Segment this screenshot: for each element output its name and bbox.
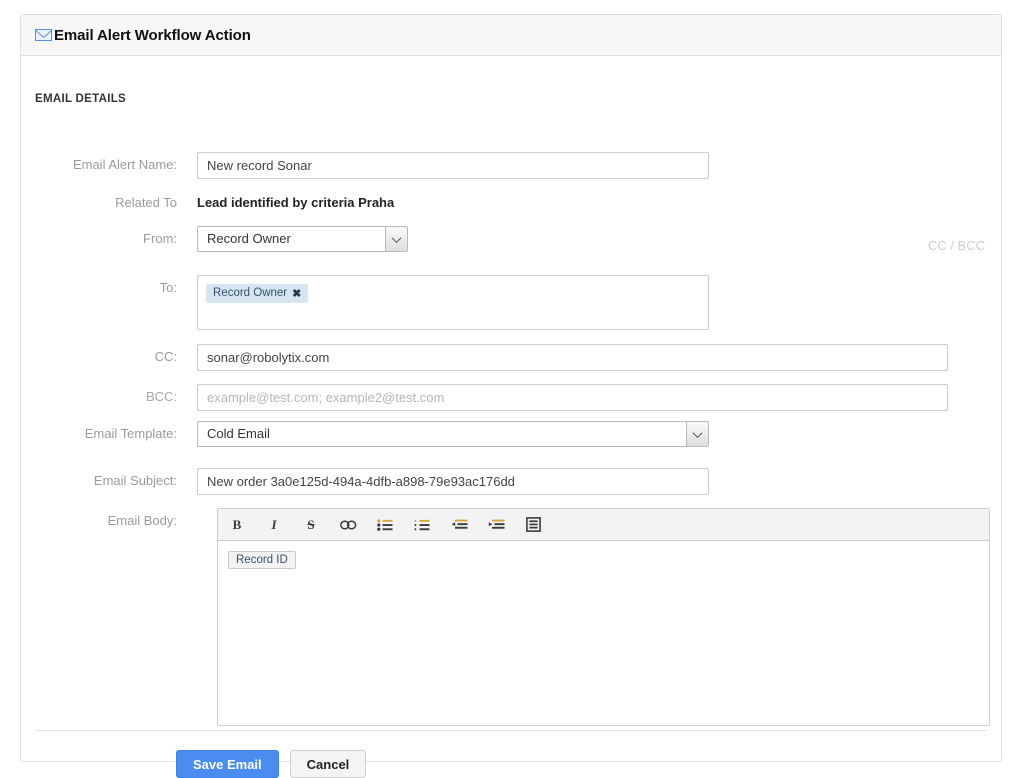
remove-token-icon[interactable]: ✖ [292,287,301,300]
to-label: To: [159,280,177,295]
from-label: From: [143,231,177,246]
field-bcc: BCC: [21,384,948,411]
bcc-label: BCC: [145,389,177,404]
email-template-label: Email Template: [84,426,177,441]
field-email-subject: Email Subject: [21,468,709,495]
page-title: Email Alert Workflow Action [54,26,251,44]
field-email-body-label: Email Body: [21,508,197,534]
email-body-content[interactable]: Record ID [218,541,989,725]
outdent-icon[interactable] [450,516,468,534]
email-alert-name-label: Email Alert Name: [72,157,177,172]
email-template-select[interactable]: Cold Email [197,421,709,447]
email-subject-label: Email Subject: [93,473,177,488]
bold-icon[interactable]: B [228,516,246,534]
field-to: To: Record Owner ✖ [21,275,709,330]
envelope-icon [35,29,52,41]
editor-toolbar: B I S [218,509,989,541]
from-select-value: Record Owner [197,226,408,252]
bcc-input[interactable] [197,384,948,411]
email-body-editor: B I S Record ID [217,508,990,726]
recipient-token[interactable]: Record Owner ✖ [206,283,309,303]
save-email-button[interactable]: Save Email [176,750,279,778]
indent-icon[interactable] [487,516,505,534]
field-email-alert-name: Email Alert Name: [21,152,709,179]
dialog-actions: Save Email Cancel [176,750,367,778]
email-alert-dialog: Email Alert Workflow Action EMAIL DETAIL… [20,14,1002,778]
unordered-list-icon[interactable] [376,516,394,534]
link-icon[interactable] [339,516,357,534]
field-from: From: Record Owner [21,226,408,252]
cancel-button[interactable]: Cancel [289,750,367,778]
chevron-down-icon[interactable] [686,422,708,446]
merge-field-token[interactable]: Record ID [228,551,296,569]
chevron-down-icon[interactable] [385,227,407,251]
cc-label: CC: [154,349,177,364]
to-token-input[interactable]: Record Owner ✖ [197,275,709,330]
ordered-list-icon[interactable] [413,516,431,534]
email-subject-input[interactable] [197,468,709,495]
related-to-label: Related To [115,195,177,210]
footer-divider [35,730,987,731]
from-select[interactable]: Record Owner [197,226,408,252]
email-template-select-value: Cold Email [197,421,709,447]
recipient-token-label: Record Owner [213,287,288,299]
field-email-template: Email Template: Cold Email [21,421,709,447]
email-alert-name-input[interactable] [197,152,709,179]
strikethrough-icon[interactable]: S [302,516,320,534]
email-body-label: Email Body: [107,513,177,528]
italic-icon[interactable]: I [265,516,283,534]
related-to-value: Lead identified by criteria Praha [197,195,395,210]
section-title: EMAIL DETAILS [35,93,127,105]
source-view-icon[interactable] [524,516,542,534]
field-cc: CC: [21,344,948,371]
field-related-to: Related To Lead identified by criteria P… [21,190,394,216]
cc-bcc-toggle-link[interactable]: CC / BCC [928,238,985,253]
dialog-header: Email Alert Workflow Action [21,15,1001,56]
cc-input[interactable] [197,344,948,371]
